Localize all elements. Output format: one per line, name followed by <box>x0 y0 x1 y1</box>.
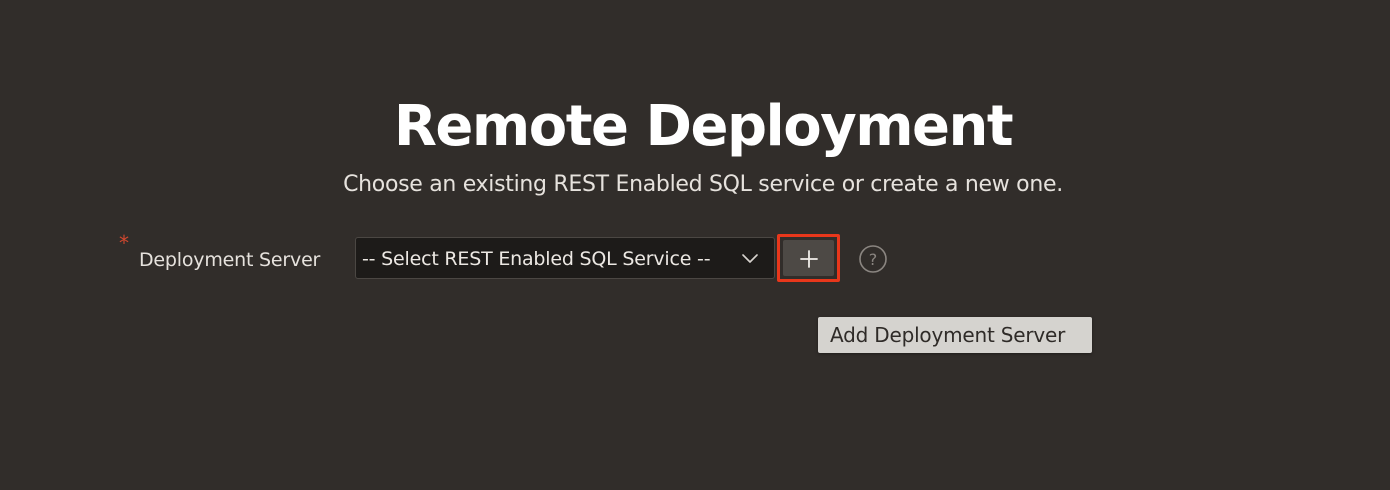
required-indicator: * <box>119 231 129 255</box>
add-button-face[interactable] <box>783 240 834 276</box>
question-circle-icon[interactable]: ? <box>858 244 888 274</box>
add-deployment-server-button[interactable] <box>777 234 840 282</box>
page-title: Remote Deployment <box>393 93 1014 159</box>
help-glyph: ? <box>869 250 878 269</box>
add-deployment-server-tooltip: Add Deployment Server <box>818 317 1092 353</box>
plus-icon <box>800 250 818 268</box>
tooltip-text: Add Deployment Server <box>830 323 1066 347</box>
deployment-server-select-value: -- Select REST Enabled SQL Service -- <box>362 248 711 270</box>
page-subtitle: Choose an existing REST Enabled SQL serv… <box>343 172 1063 197</box>
deployment-server-select[interactable]: -- Select REST Enabled SQL Service -- <box>355 237 775 279</box>
deployment-server-label: Deployment Server <box>139 249 321 271</box>
chevron-down-icon <box>742 254 758 263</box>
